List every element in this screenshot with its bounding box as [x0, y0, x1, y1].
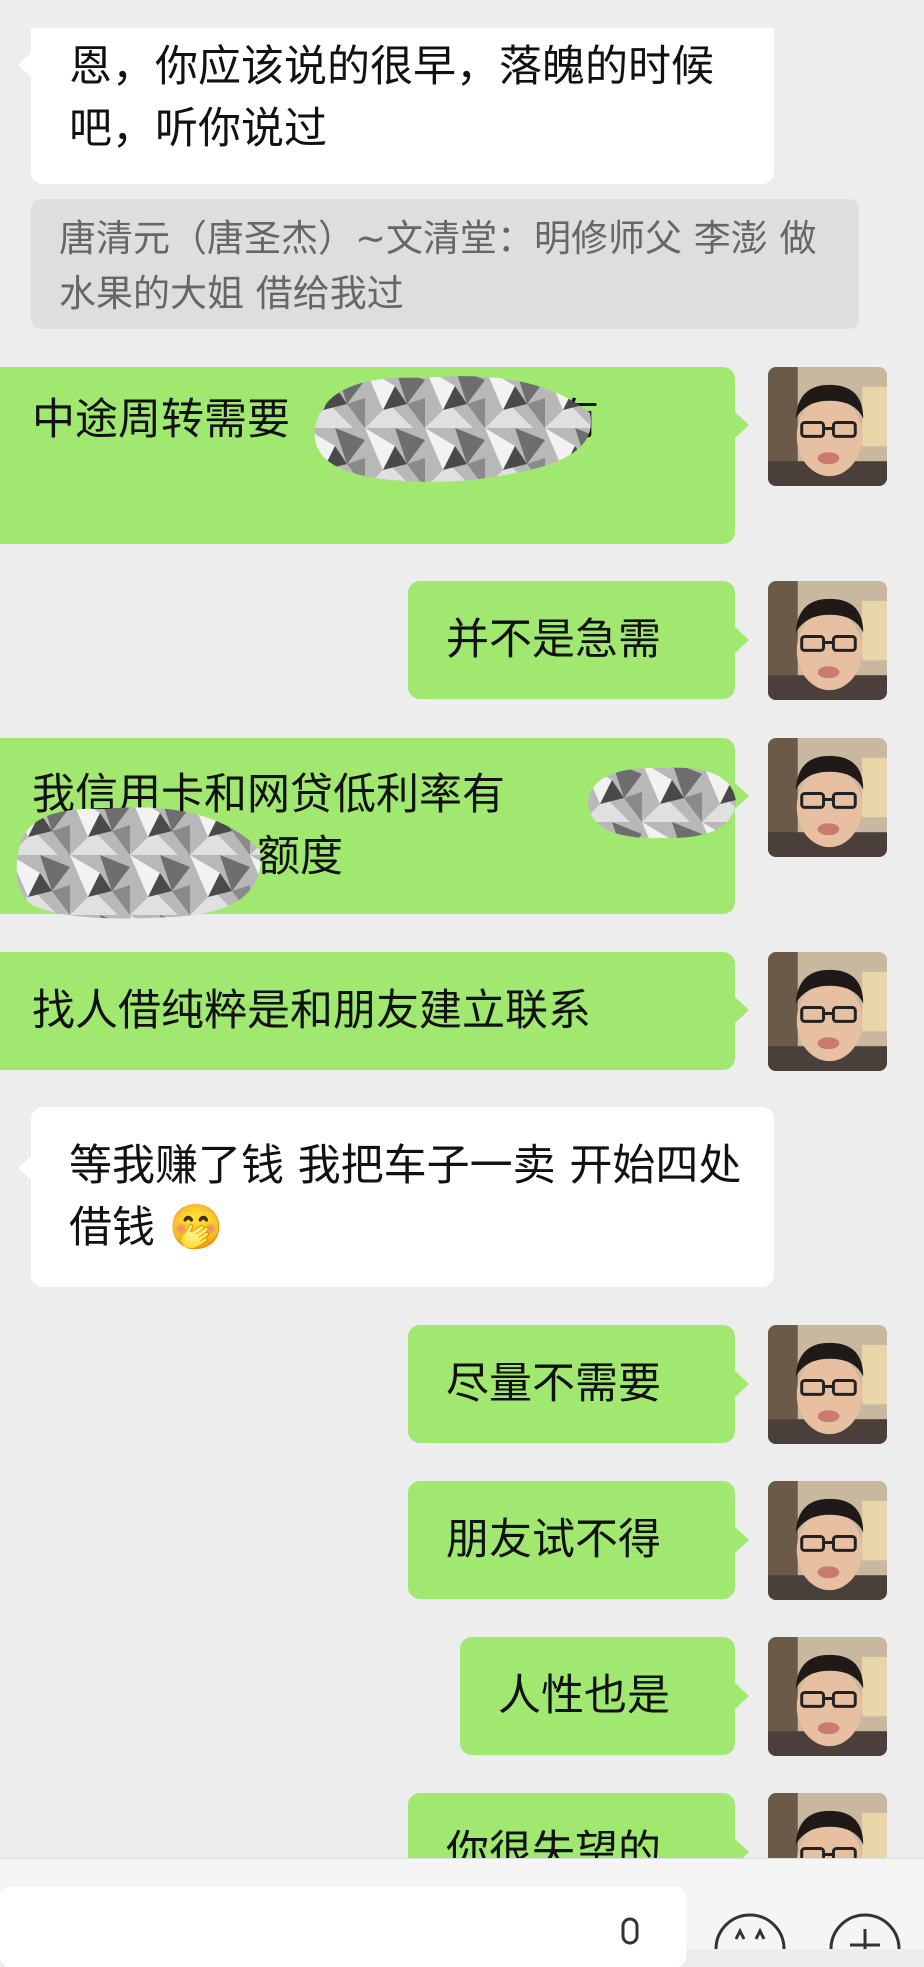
message-bubble[interactable]: 恩，你应该说的很早，落魄的时候吧，听你说过 — [31, 28, 774, 184]
bubble-tail — [735, 1839, 749, 1858]
avatar[interactable] — [768, 581, 887, 700]
message-text: 并不是急需 — [446, 615, 661, 665]
quoted-message[interactable]: 唐清元（唐圣杰）~文清堂：明修师父 李澎 做水果的大姐 借给我过 — [31, 199, 859, 329]
bubble-tail — [735, 1527, 749, 1553]
message-bubble[interactable]: 人性也是 — [460, 1637, 735, 1755]
bubble-tail — [735, 997, 749, 1023]
message-bubble[interactable]: 并不是急需 — [408, 581, 735, 699]
avatar[interactable] — [768, 952, 887, 1071]
microphone-icon[interactable] — [610, 1917, 650, 1949]
emoji-icon[interactable] — [700, 1909, 800, 1949]
plus-icon[interactable] — [820, 1909, 910, 1949]
bubble-tail — [735, 412, 749, 438]
quote-text: 唐清元（唐圣杰）~文清堂：明修师父 李澎 做水果的大姐 借给我过 — [59, 217, 817, 315]
avatar[interactable] — [768, 1325, 887, 1444]
message-text: 人性也是 — [498, 1671, 670, 1721]
message-bubble[interactable]: 找人借纯粹是和朋友建立联系 — [0, 952, 735, 1070]
bubble-tail — [735, 1683, 749, 1709]
bubble-tail — [735, 627, 749, 653]
avatar[interactable] — [768, 1481, 887, 1600]
message-text-start: 中途周转需要 — [32, 395, 290, 445]
message-text: 恩，你应该说的很早，落魄的时候吧，听你说过 — [69, 42, 714, 154]
avatar[interactable] — [768, 1637, 887, 1756]
message-text: 你很失望的 — [446, 1827, 661, 1858]
redaction-blur — [588, 767, 736, 839]
message-bubble[interactable]: 尽量不需要 — [408, 1325, 735, 1443]
message-text: 朋友试不得 — [446, 1515, 661, 1565]
message-text: 尽量不需要 — [446, 1359, 661, 1409]
message-text: 找人借纯粹是和朋友建立联系 — [32, 986, 591, 1036]
bubble-tail — [18, 1155, 32, 1181]
message-bubble[interactable]: 朋友试不得 — [408, 1481, 735, 1599]
redaction-blur — [314, 376, 592, 482]
avatar[interactable] — [768, 367, 887, 486]
message-input[interactable] — [0, 1887, 686, 1967]
message-bubble[interactable]: 你很失望的 — [408, 1793, 735, 1858]
redaction-blur — [16, 807, 261, 919]
avatar[interactable] — [768, 1793, 887, 1858]
bubble-tail — [18, 52, 32, 78]
hand-over-mouth-emoji: 🤭 — [168, 1202, 224, 1253]
bubble-tail — [735, 1371, 749, 1397]
message-bubble[interactable]: 等我赚了钱 我把车子一卖 开始四处借钱 🤭 — [31, 1107, 774, 1287]
chat-area[interactable]: 恩，你应该说的很早，落魄的时候吧，听你说过 唐清元（唐圣杰）~文清堂：明修师父 … — [0, 0, 924, 1858]
avatar[interactable] — [768, 738, 887, 857]
input-bar — [0, 1858, 924, 1967]
